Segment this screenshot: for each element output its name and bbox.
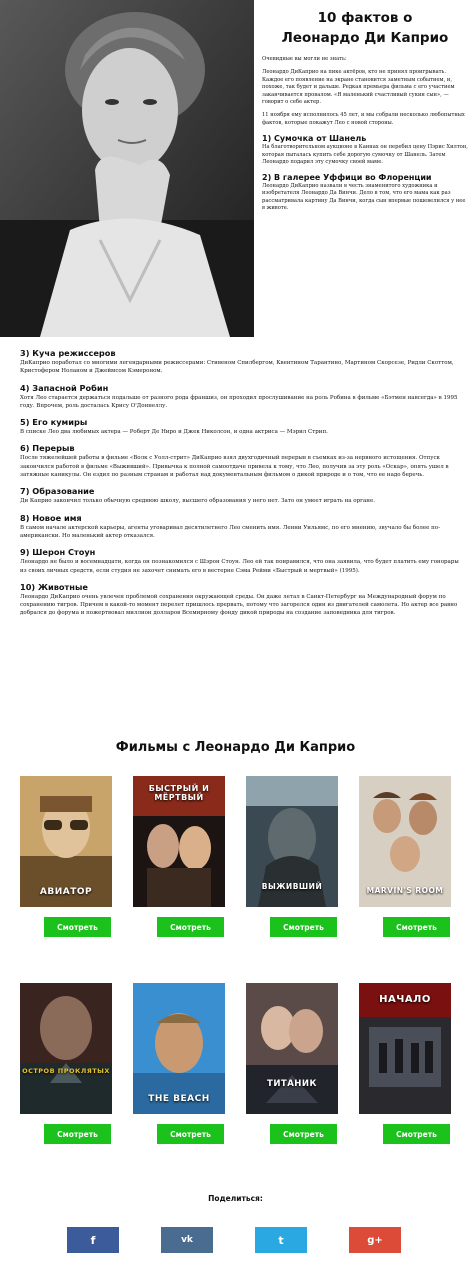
watch-button-inception[interactable]: Смотреть — [383, 1124, 450, 1144]
facebook-icon: f — [90, 1233, 96, 1247]
fact-text-9: Леонардо не было и восемнадцати, когда о… — [20, 559, 459, 574]
fact-text-2: Леонардо ДиКаприо назвали в честь знамен… — [262, 182, 466, 212]
poster-titanic-title: ТИТАНИК — [267, 1079, 317, 1089]
fact-title-4: 4) Запасной Робин — [20, 382, 109, 393]
poster-marvins-room[interactable]: MARVIN'S ROOM — [359, 776, 451, 907]
vk-icon: vk — [181, 1235, 193, 1245]
fact-title-1: 1) Сумочка от Шанель — [262, 134, 367, 144]
poster-aviator[interactable]: АВИАТОР — [20, 776, 112, 907]
poster-revenant[interactable]: ВЫЖИВШИЙ — [246, 776, 338, 907]
article-header: 10 фактов о Леонардо Ди Каприо Очевидные… — [262, 8, 468, 218]
google-plus-icon: g+ — [367, 1234, 383, 1246]
fact-text-7: Ди Каприо закончил только обычную средню… — [20, 498, 375, 505]
twitter-icon: t — [278, 1233, 284, 1247]
watch-button-revenant[interactable]: Смотреть — [270, 917, 337, 937]
poster-inception[interactable]: НАЧАЛО — [359, 983, 451, 1114]
fact-text-8: В самом начале актерской карьеры, агенты… — [20, 524, 440, 539]
films-section-title: Фильмы с Леонардо Ди Каприо — [115, 740, 356, 755]
poster-shutter-island-art — [20, 983, 112, 1114]
article-body: 3) Куча режиссеров ДиКаприо поработал со… — [20, 348, 460, 625]
poster-the-beach-title: THE BEACH — [148, 1094, 210, 1104]
poster-shutter-island-title: ОСТРОВ ПРОКЛЯТЫХ — [22, 1067, 110, 1075]
watch-button-titanic[interactable]: Смотреть — [270, 1124, 337, 1144]
watch-button-shutter-island[interactable]: Смотреть — [44, 1124, 111, 1144]
poster-titanic-art — [246, 983, 338, 1114]
watch-button-marvins-room[interactable]: Смотреть — [383, 917, 450, 937]
fact-text-5: В списке Лео два любимых актера — Роберт… — [20, 429, 328, 436]
poster-aviator-title: АВИАТОР — [39, 887, 93, 897]
fact-title-5: 5) Его кумиры — [20, 417, 88, 428]
poster-titanic[interactable]: ТИТАНИК — [246, 983, 338, 1114]
fact-title-10: 10) Животные — [20, 581, 88, 592]
fact-text-4: Хотя Лео старается держаться подальше от… — [20, 394, 458, 409]
watch-button-aviator[interactable]: Смотреть — [44, 917, 111, 937]
fact-text-6: После тяжелейшей работы в фильме «Волк с… — [20, 455, 449, 479]
article-title-line2: Леонардо Ди Каприо — [281, 30, 449, 46]
watch-button-quick-and-dead[interactable]: Смотреть — [157, 917, 224, 937]
share-vk-button[interactable]: vk — [161, 1227, 213, 1253]
intro-paragraph-2: Леонардо ДиКаприо на пике актёров, кто н… — [262, 69, 455, 106]
article-title: 10 фактов о Леонардо Ди Каприо — [262, 8, 468, 48]
poster-shutter-island[interactable]: ОСТРОВ ПРОКЛЯТЫХ — [20, 983, 112, 1114]
poster-inception-title: НАЧАЛО — [379, 994, 431, 1005]
intro-paragraph-1: Очевидные вы могли не знать: — [262, 56, 347, 62]
share-google-plus-button[interactable]: g+ — [349, 1227, 401, 1253]
portrait-image — [0, 0, 254, 337]
poster-quick-and-dead-title: БЫСТРЫЙ И МЁРТВЫЙ — [148, 784, 210, 802]
share-label: Поделиться: — [208, 1194, 263, 1203]
article-title-line1: 10 фактов о — [317, 10, 413, 26]
hero-photo — [0, 0, 254, 337]
share-twitter-button[interactable]: t — [255, 1227, 307, 1253]
poster-marvins-room-title: MARVIN'S ROOM — [366, 886, 444, 895]
intro-paragraph-3: 11 ноября ему исполнилось 45 лет, и мы с… — [262, 112, 465, 126]
poster-revenant-title: ВЫЖИВШИЙ — [261, 882, 323, 891]
fact-text-1: На благотворительном аукционе в Каннах о… — [262, 144, 468, 166]
poster-quick-and-dead[interactable]: БЫСТРЫЙ И МЁРТВЫЙ — [133, 776, 225, 907]
fact-title-2: 2) В галерее Уффици во Флоренции — [262, 172, 432, 182]
watch-button-the-beach[interactable]: Смотреть — [157, 1124, 224, 1144]
fact-text-10: Леонардо ДиКаприо очень увлечен проблемо… — [20, 593, 458, 617]
fact-title-9: 9) Шерон Стоун — [20, 547, 96, 558]
fact-title-8: 8) Новое имя — [20, 512, 82, 523]
fact-title-6: 6) Перерыв — [20, 443, 75, 454]
fact-title-7: 7) Образование — [20, 486, 95, 497]
fact-text-3: ДиКаприо поработал со многими легендарны… — [20, 360, 454, 375]
share-facebook-button[interactable]: f — [67, 1227, 119, 1253]
poster-the-beach[interactable]: THE BEACH — [133, 983, 225, 1114]
fact-title-3: 3) Куча режиссеров — [20, 348, 116, 358]
